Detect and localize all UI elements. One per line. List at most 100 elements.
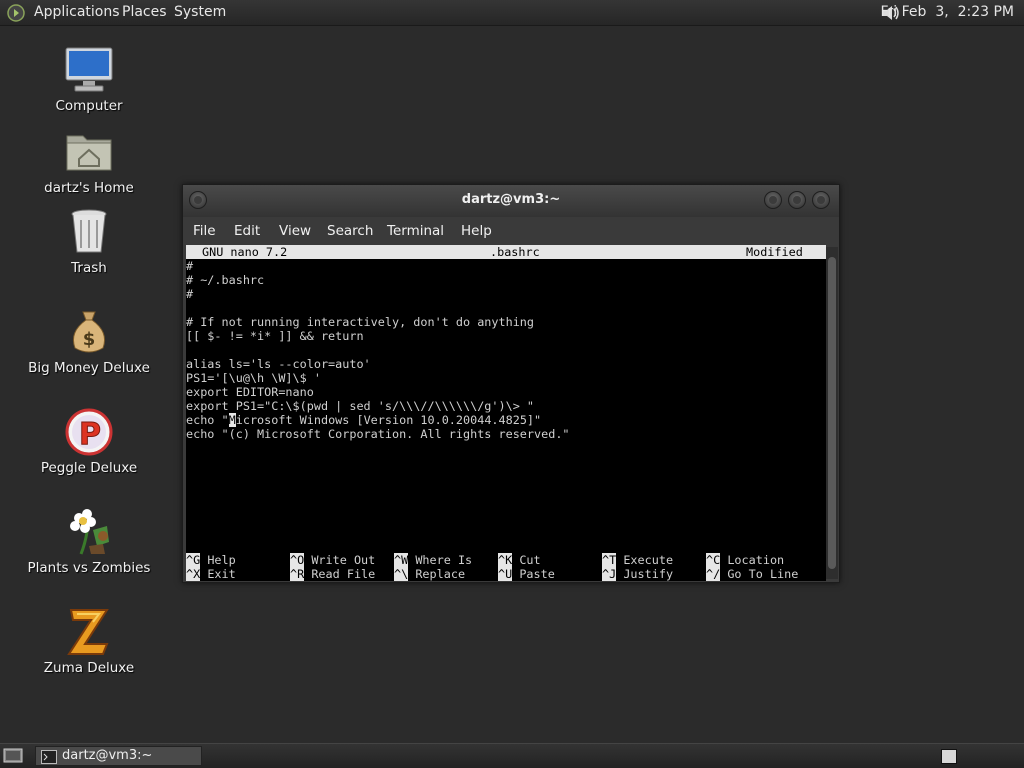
shortcut-label: Cut	[519, 553, 541, 567]
shortcut-label: Help	[207, 553, 236, 567]
zuma-icon	[67, 609, 109, 655]
shortcut-label: Replace	[415, 567, 466, 581]
menu-view[interactable]: View	[279, 217, 311, 245]
shortcut-cut[interactable]: ^K Cut	[498, 553, 541, 567]
close-button[interactable]	[812, 191, 830, 209]
editor-line[interactable]: #	[186, 287, 193, 301]
editor-line[interactable]: PS1='[\u@\h \W]\$ '	[186, 371, 321, 385]
menu-edit[interactable]: Edit	[234, 217, 260, 245]
computer-icon	[65, 47, 113, 92]
desktop-icon-trash[interactable]: Trash	[24, 206, 154, 276]
shortcut-key: ^\	[394, 567, 409, 581]
shortcut-exit[interactable]: ^X Exit	[186, 567, 236, 581]
editor-line[interactable]: alias ls='ls --color=auto'	[186, 357, 371, 371]
shortcut-location[interactable]: ^C Location	[706, 553, 784, 567]
desktop-icon-home[interactable]: dartz's Home	[24, 126, 154, 196]
desktop-icon-label: Plants vs Zombies	[27, 560, 151, 576]
menu-help[interactable]: Help	[461, 217, 492, 245]
desktop-icon-label: dartz's Home	[44, 180, 134, 196]
editor-line[interactable]: # If not running interactively, don't do…	[186, 315, 534, 329]
gnome-foot-icon[interactable]	[7, 4, 25, 22]
svg-text:P: P	[79, 417, 101, 452]
shortcut-key: ^O	[290, 553, 305, 567]
money-bag-icon: $	[72, 311, 106, 353]
shortcut-label: Paste	[519, 567, 555, 581]
home-folder-icon	[66, 135, 112, 171]
shortcut-paste[interactable]: ^U Paste	[498, 567, 555, 581]
shortcut-read-file[interactable]: ^R Read File	[290, 567, 375, 581]
shortcut-go-to-line[interactable]: ^/ Go To Line	[706, 567, 798, 581]
shortcut-key: ^G	[186, 553, 201, 567]
shortcut-key: ^J	[602, 567, 617, 581]
cursor-line-after: icrosoft Windows [Version 10.0.20044.482…	[235, 413, 542, 427]
shortcut-key: ^C	[706, 553, 721, 567]
applications-menu[interactable]: Applications	[34, 0, 120, 25]
shortcut-write-out[interactable]: ^O Write Out	[290, 553, 375, 567]
nano-status: Modified	[746, 245, 803, 259]
places-menu[interactable]: Places	[122, 0, 167, 25]
shortcut-label: Location	[727, 553, 785, 567]
menu-search[interactable]: Search	[327, 217, 373, 245]
window-title: dartz@vm3:~	[461, 192, 561, 207]
desktop-icon-peggle[interactable]: P Peggle Deluxe	[24, 406, 154, 476]
editor-line[interactable]: export PS1="C:\$(pwd | sed 's/\\\//\\\\\…	[186, 399, 534, 413]
clock[interactable]: Fri Feb 3, 2:23 PM	[881, 0, 1015, 25]
editor-line-with-cursor[interactable]: echo "Microsoft Windows [Version 10.0.20…	[186, 413, 541, 427]
trash-icon	[71, 209, 107, 253]
shortcut-key: ^W	[394, 553, 409, 567]
terminal-screen[interactable]: GNU nano 7.2 .bashrc Modified # # ~/.bas…	[186, 245, 826, 581]
shortcut-key: ^X	[186, 567, 201, 581]
shortcut-label: Exit	[207, 567, 236, 581]
menu-terminal[interactable]: Terminal	[387, 217, 444, 245]
shortcut-execute[interactable]: ^T Execute	[602, 553, 673, 567]
desktop-icon-computer[interactable]: Computer	[24, 44, 154, 114]
shortcut-key: ^/	[706, 567, 721, 581]
shortcut-key: ^T	[602, 553, 617, 567]
shortcut-justify[interactable]: ^J Justify	[602, 567, 673, 581]
editor-line[interactable]: [[ $- != *i* ]] && return	[186, 329, 364, 343]
window-titlebar[interactable]: dartz@vm3:~	[183, 185, 839, 217]
nano-filename: .bashrc	[490, 245, 540, 259]
desktop-icon-label: Computer	[55, 98, 123, 114]
plant-flower-icon	[70, 509, 109, 555]
shortcut-key: ^U	[498, 567, 513, 581]
shortcut-label: Go To Line	[727, 567, 799, 581]
shortcut-label: Read File	[311, 567, 376, 581]
nano-header: GNU nano 7.2 .bashrc Modified	[186, 245, 826, 259]
maximize-button[interactable]	[788, 191, 806, 209]
terminal-menubar: File Edit View Search Terminal Help	[183, 217, 839, 245]
system-menu[interactable]: System	[174, 0, 226, 25]
shortcut-where-is[interactable]: ^W Where Is	[394, 553, 472, 567]
terminal-window[interactable]: dartz@vm3:~ File Edit View Search Termin…	[182, 184, 840, 583]
top-panel: Applications Places System Fri Feb 3, 2:…	[0, 0, 1024, 26]
desktop-icon-plants-vs-zombies[interactable]: Plants vs Zombies	[24, 506, 154, 576]
editor-line[interactable]: #	[186, 259, 193, 273]
shortcut-label: Execute	[623, 553, 674, 567]
shortcut-replace[interactable]: ^\ Replace	[394, 567, 465, 581]
terminal-scrollbar[interactable]	[826, 247, 838, 579]
menu-file[interactable]: File	[193, 217, 216, 245]
taskbar-item-terminal[interactable]: dartz@vm3:~	[35, 746, 202, 766]
scrollbar-thumb[interactable]	[828, 257, 836, 569]
cursor-line-before: echo "	[186, 413, 229, 427]
bottom-panel: dartz@vm3:~	[0, 743, 1024, 768]
shortcut-key: ^K	[498, 553, 513, 567]
show-desktop-icon[interactable]	[3, 747, 23, 765]
desktop-icon-zuma[interactable]: Zuma Deluxe	[24, 606, 154, 676]
shortcut-help[interactable]: ^G Help	[186, 553, 236, 567]
workspace-switcher[interactable]	[941, 749, 957, 764]
desktop-icon-big-money[interactable]: $ Big Money Deluxe	[24, 306, 154, 376]
minimize-button[interactable]	[764, 191, 782, 209]
terminal-icon	[41, 750, 57, 764]
nano-version: GNU nano 7.2	[202, 245, 288, 259]
desktop-icon-label: Trash	[71, 260, 107, 276]
shortcut-key: ^R	[290, 567, 305, 581]
editor-line[interactable]: # ~/.bashrc	[186, 273, 264, 287]
shortcut-label: Write Out	[311, 553, 376, 567]
editor-line[interactable]: echo "(c) Microsoft Corporation. All rig…	[186, 427, 570, 441]
peggle-icon: P	[65, 408, 113, 456]
svg-text:$: $	[83, 329, 96, 350]
editor-line[interactable]: export EDITOR=nano	[186, 385, 314, 399]
taskbar-item-label: dartz@vm3:~	[62, 748, 153, 763]
desktop-icon-label: Zuma Deluxe	[43, 660, 135, 676]
